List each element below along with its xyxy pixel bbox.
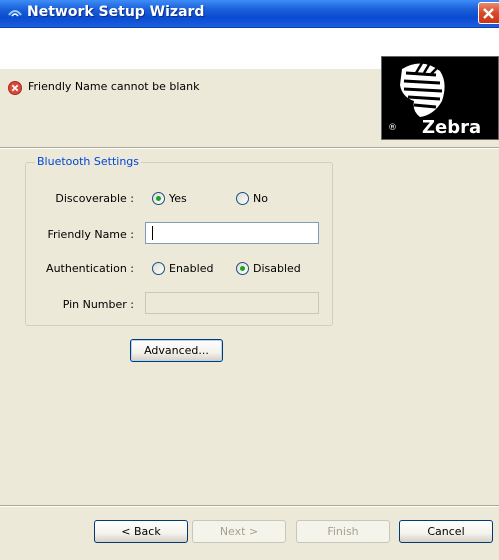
pin-number-label: Pin Number :	[62, 298, 134, 311]
error-message: Friendly Name cannot be blank	[28, 80, 200, 93]
authentication-label: Authentication :	[46, 262, 134, 275]
zebra-head-icon	[400, 62, 445, 117]
discoverable-no-radio[interactable]	[236, 192, 249, 205]
advanced-button[interactable]: Advanced...	[130, 339, 223, 362]
window-title: Network Setup Wizard	[27, 4, 205, 20]
close-button[interactable]	[478, 2, 499, 24]
group-title: Bluetooth Settings	[35, 155, 142, 168]
authentication-enabled-radio[interactable]	[152, 262, 165, 275]
friendly-name-field[interactable]	[145, 222, 319, 244]
back-button[interactable]: < Back	[94, 520, 188, 543]
cancel-button[interactable]: Cancel	[399, 520, 493, 543]
discoverable-label: Discoverable :	[55, 192, 134, 205]
discoverable-yes-radio[interactable]	[152, 192, 165, 205]
close-icon	[483, 8, 494, 19]
next-button[interactable]: Next >	[192, 520, 286, 543]
footer-divider	[0, 505, 499, 507]
authentication-disabled-label[interactable]: Disabled	[253, 262, 301, 275]
friendly-name-label: Friendly Name :	[47, 228, 134, 241]
registered-mark: ®	[388, 123, 397, 133]
authentication-disabled-radio[interactable]	[236, 262, 249, 275]
discoverable-no-label[interactable]: No	[253, 192, 268, 205]
authentication-enabled-label[interactable]: Enabled	[169, 262, 213, 275]
text-caret	[152, 226, 153, 240]
zebra-logo: ® Zebra	[381, 56, 499, 140]
header-divider	[0, 147, 499, 149]
network-icon	[7, 5, 23, 21]
error-x-icon	[8, 81, 22, 95]
title-bar[interactable]: Network Setup Wizard	[0, 0, 499, 28]
pin-number-field[interactable]	[145, 292, 319, 314]
discoverable-yes-label[interactable]: Yes	[169, 192, 187, 205]
finish-button[interactable]: Finish	[296, 520, 390, 543]
logo-text: Zebra	[422, 117, 482, 138]
